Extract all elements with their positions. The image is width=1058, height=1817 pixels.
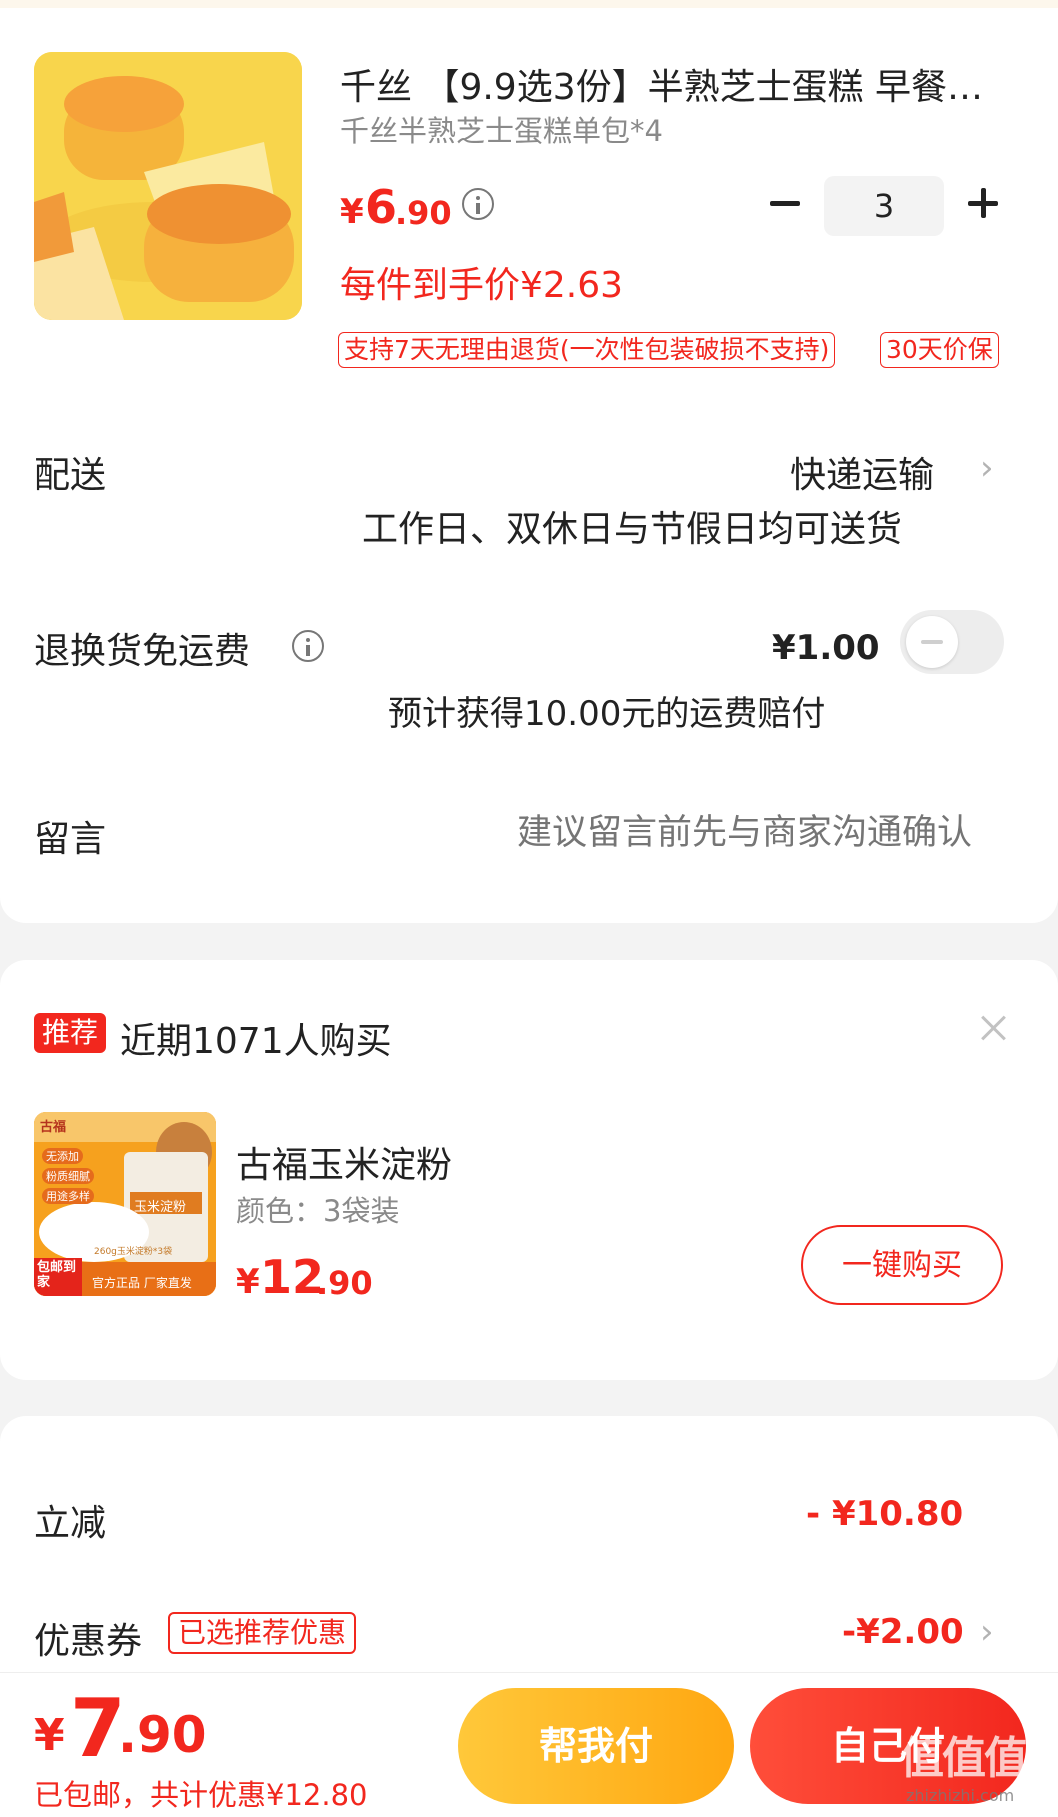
return-shipping-info-icon[interactable] bbox=[292, 630, 324, 662]
instant-discount-label: 立减 bbox=[34, 1503, 107, 1544]
quantity-field[interactable]: 3 bbox=[824, 176, 944, 236]
message-label: 留言 bbox=[34, 819, 107, 860]
return-shipping-price: ¥1.00 bbox=[772, 628, 880, 668]
site-watermark: 值值值 bbox=[900, 1733, 1028, 1784]
delivery-method[interactable]: 快递运输 bbox=[790, 446, 934, 498]
recommend-title: 近期1071人购买 bbox=[120, 1021, 392, 1062]
return-shipping-note: 预计获得10.00元的运费赔付 bbox=[388, 694, 826, 734]
price-info-icon[interactable] bbox=[462, 188, 494, 220]
delivery-label: 配送 bbox=[34, 455, 107, 496]
help-me-pay-button[interactable]: 帮我付 bbox=[458, 1688, 734, 1804]
rec-img-bullet: 无添加 bbox=[42, 1148, 83, 1164]
product-image[interactable] bbox=[34, 52, 302, 320]
coupon-value[interactable]: -¥2.00 bbox=[842, 1612, 964, 1652]
coupon-chevron-icon[interactable]: › bbox=[980, 1612, 994, 1652]
rec-img-brand: 古福 bbox=[40, 1120, 67, 1135]
rec-img-corner: 包邮到家 bbox=[37, 1260, 77, 1290]
message-input[interactable] bbox=[430, 804, 974, 862]
recommend-badge: 推荐 bbox=[34, 1013, 107, 1053]
product-title[interactable]: 千丝 【9.9选3份】半熟芝士蛋糕 早餐面包 bbox=[340, 58, 990, 110]
recommend-variant: 颜色：3袋装 bbox=[236, 1194, 400, 1228]
cheese-cake-picture bbox=[34, 52, 302, 320]
recommend-product-image[interactable]: 古福 无添加 粉质细腻 用途多样 玉米淀粉 260g玉米淀粉*3袋 包邮到家 官… bbox=[34, 1112, 216, 1296]
return-shipping-label: 退换货免运费 bbox=[34, 631, 251, 672]
site-watermark-url: zhizhizhi.com bbox=[906, 1786, 1015, 1805]
rec-img-pack: 260g玉米淀粉*3袋 bbox=[94, 1247, 173, 1257]
instant-discount-value: - ¥10.80 bbox=[806, 1494, 964, 1534]
close-icon[interactable] bbox=[978, 1012, 1010, 1044]
price-symbol: ¥ bbox=[340, 192, 364, 232]
delivery-chevron-icon[interactable]: › bbox=[980, 448, 994, 488]
delivery-note: 工作日、双休日与节假日均可送货 bbox=[362, 509, 903, 550]
rec-img-product: 玉米淀粉 bbox=[134, 1200, 187, 1215]
recommend-price-decimal: .90 bbox=[316, 1264, 373, 1302]
top-strip bbox=[0, 0, 1058, 8]
rec-img-bullet: 用途多样 bbox=[42, 1188, 94, 1204]
price-decimal: .90 bbox=[395, 194, 452, 232]
total-decimal: .90 bbox=[118, 1706, 207, 1764]
price-protect-tag: 30天价保 bbox=[880, 332, 999, 368]
product-sku: 千丝半熟芝士蛋糕单包*4 bbox=[340, 114, 663, 148]
recommend-name[interactable]: 古福玉米淀粉 bbox=[236, 1136, 452, 1188]
rec-img-bullet: 粉质细腻 bbox=[42, 1168, 94, 1184]
rec-img-footer: 官方正品 厂家直发 bbox=[92, 1276, 192, 1290]
one-click-buy-button[interactable]: 一键购买 bbox=[801, 1225, 1003, 1305]
price-integer: 6 bbox=[365, 180, 398, 234]
return-shipping-toggle[interactable] bbox=[900, 610, 1004, 674]
total-symbol: ¥ bbox=[34, 1710, 65, 1761]
quantity-increase-button[interactable] bbox=[968, 188, 1000, 220]
toggle-knob bbox=[906, 616, 958, 668]
coupon-selected-tag: 已选推荐优惠 bbox=[168, 1612, 357, 1654]
coupon-label: 优惠券 bbox=[34, 1621, 143, 1662]
quantity-decrease-button[interactable] bbox=[770, 188, 802, 220]
total-summary: 已包邮，共计优惠¥12.80 bbox=[34, 1778, 368, 1812]
unit-price: 每件到手价¥2.63 bbox=[340, 265, 624, 306]
recommend-price-symbol: ¥ bbox=[236, 1262, 260, 1302]
return-policy-tag: 支持7天无理由退货(一次性包装破损不支持) bbox=[338, 332, 836, 368]
recommend-price-integer: 12 bbox=[260, 1250, 325, 1304]
